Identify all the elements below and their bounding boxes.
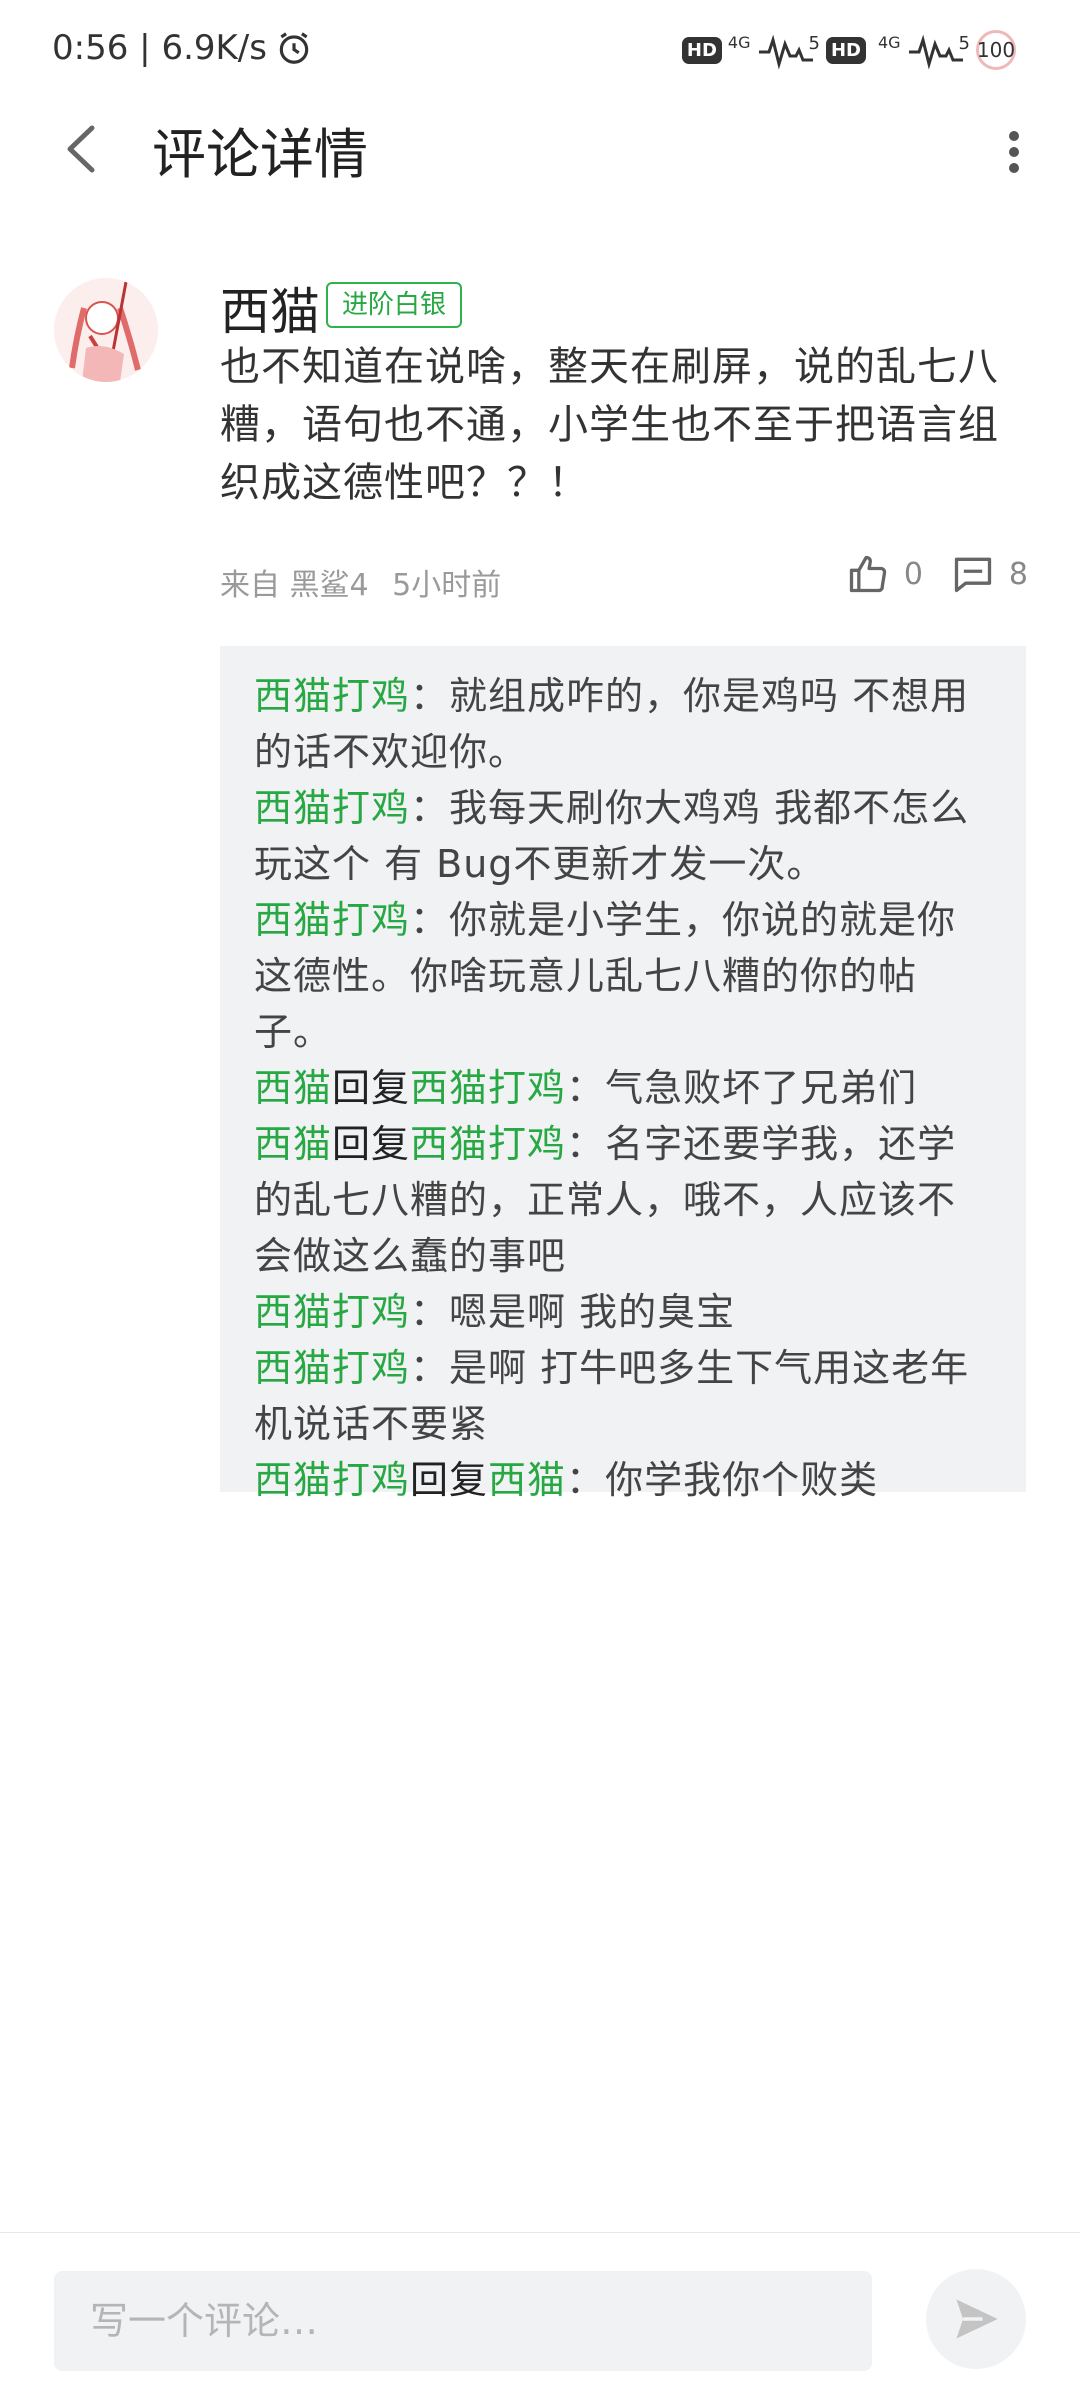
reply-word: 回复: [332, 1122, 411, 1166]
comment-time: 5小时前: [392, 568, 502, 603]
reply-list: 西猫打鸡：就组成咋的，你是鸡吗 不想用的话不欢迎你。 西猫打鸡：我每天刷你大鸡鸡 …: [220, 646, 1026, 1508]
comment-meta: 来自 黑鲨4 5小时前: [220, 560, 515, 604]
reply-author[interactable]: 西猫: [254, 1122, 332, 1166]
reply-colon: ：: [566, 1458, 606, 1502]
send-icon: [956, 2299, 998, 2339]
page-title: 评论详情: [152, 123, 368, 186]
reply-item[interactable]: 西猫回复西猫打鸡：气急败坏了兄弟们: [254, 1060, 992, 1116]
reply-colon: ：: [410, 1346, 450, 1390]
thumbs-up-icon: [849, 555, 886, 593]
send-button[interactable]: [926, 2269, 1026, 2369]
reply-author[interactable]: 西猫打鸡: [254, 1346, 410, 1390]
comment-icon: [954, 557, 992, 593]
reply-target[interactable]: 西猫: [488, 1458, 566, 1502]
more-vertical-icon[interactable]: [994, 116, 1034, 186]
reply-colon: ：: [410, 786, 450, 830]
reply-target[interactable]: 西猫打鸡: [410, 1122, 566, 1166]
top-bar: 评论详情: [0, 104, 1080, 284]
comment-author[interactable]: 西猫: [220, 272, 320, 344]
reply-item[interactable]: 西猫打鸡：我每天刷你大鸡鸡 我都不怎么玩这个 有 Bug不更新才发一次。: [254, 780, 992, 892]
network-speed: 6.9K/s: [161, 28, 267, 68]
reply-author[interactable]: 西猫打鸡: [254, 1290, 410, 1334]
avatar[interactable]: [54, 278, 158, 382]
reply-author[interactable]: 西猫打鸡: [254, 898, 410, 942]
network-type: 4G: [877, 32, 901, 52]
reply-text: 你学我你个败类: [605, 1458, 879, 1502]
back-arrow-icon[interactable]: [52, 114, 112, 184]
reply-list-container: 西猫打鸡：就组成咋的，你是鸡吗 不想用的话不欢迎你。 西猫打鸡：我每天刷你大鸡鸡 …: [220, 646, 1026, 1502]
like-button[interactable]: 0: [846, 552, 923, 596]
level-badge: 进阶白银: [326, 282, 463, 328]
reply-word: 回复: [332, 1066, 411, 1110]
reply-colon: ：: [566, 1122, 606, 1166]
signal-level: 5: [958, 32, 970, 54]
reply-author[interactable]: 西猫打鸡: [254, 1458, 410, 1502]
battery-level: 100: [976, 38, 1016, 62]
reply-word: 回复: [410, 1458, 489, 1502]
reply-text: 嗯是啊 我的臭宝: [449, 1290, 736, 1334]
reply-text: 气急败坏了兄弟们: [605, 1066, 918, 1110]
comment-input[interactable]: [54, 2271, 872, 2371]
reply-author[interactable]: 西猫打鸡: [254, 674, 410, 718]
reply-item[interactable]: 西猫回复西猫打鸡：名字还要学我，还学的乱七八糟的，正常人，哦不，人应该不会做这么…: [254, 1116, 992, 1284]
reply-colon: ：: [410, 674, 450, 718]
reply-target[interactable]: 西猫打鸡: [410, 1066, 566, 1110]
reply-author[interactable]: 西猫: [254, 1066, 332, 1110]
reply-colon: ：: [566, 1066, 606, 1110]
reply-button[interactable]: 8: [951, 552, 1028, 596]
comment-text: 也不知道在说啥，整天在刷屏，说的乱七八糟，语句也不通，小学生也不至于把语言组织成…: [220, 344, 999, 506]
status-time: 0:56: [52, 28, 129, 68]
reply-item[interactable]: 西猫打鸡：就组成咋的，你是鸡吗 不想用的话不欢迎你。: [254, 668, 992, 780]
status-left: 0:56 | 6.9K/s: [52, 28, 313, 68]
status-right: HD 4G 5 HD 4G 5 100: [681, 30, 1016, 70]
hd-badge: HD: [825, 36, 866, 64]
alarm-icon: [279, 32, 309, 64]
status-bar: 0:56 | 6.9K/s HD 4G 5 HD 4G 5 100: [0, 0, 1080, 104]
signal-level: 5: [808, 32, 820, 54]
comment-device: 来自 黑鲨4: [220, 568, 369, 603]
reply-count: 8: [1008, 556, 1028, 592]
reply-item[interactable]: 西猫打鸡：是啊 打牛吧多生下气用这老年机说话不要紧: [254, 1340, 992, 1452]
reply-colon: ：: [410, 1290, 450, 1334]
like-count: 0: [903, 556, 923, 592]
reply-item[interactable]: 西猫打鸡回复西猫：你学我你个败类: [254, 1452, 992, 1508]
reply-item[interactable]: 西猫打鸡：嗯是啊 我的臭宝: [254, 1284, 992, 1340]
reply-author[interactable]: 西猫打鸡: [254, 786, 410, 830]
battery-indicator: 100: [976, 30, 1016, 70]
comment-composer: [0, 2232, 1080, 2401]
comment-actions: 0 8: [846, 552, 1028, 596]
reply-item[interactable]: 西猫打鸡：你就是小学生，你说的就是你这德性。你啥玩意儿乱七八糟的你的帖子。: [254, 892, 992, 1060]
hd-badge: HD: [681, 36, 722, 64]
network-type: 4G: [727, 32, 751, 52]
avatar-image: [54, 278, 158, 382]
reply-colon: ：: [410, 898, 450, 942]
